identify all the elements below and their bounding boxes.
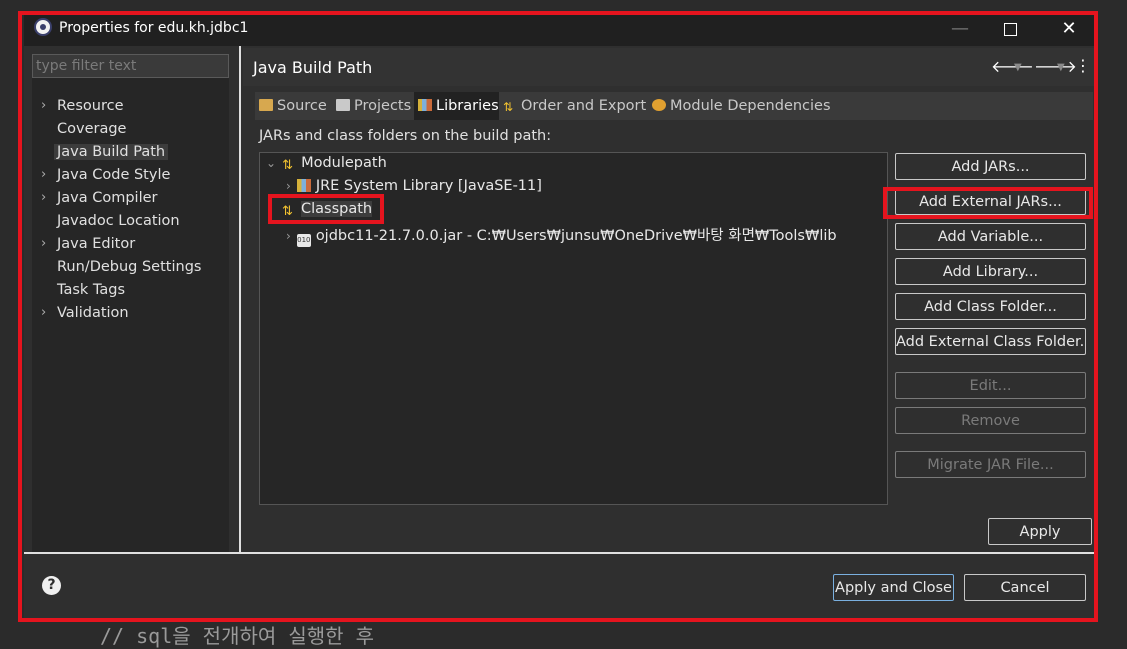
apply-and-close-button[interactable]: Apply and Close	[833, 574, 954, 601]
expanded-chevron-icon[interactable]: ⌄	[266, 156, 276, 170]
close-button[interactable]: ✕	[1046, 12, 1092, 46]
nav-item-label: Validation	[57, 305, 129, 321]
add-jars-button[interactable]: Add JARs...	[895, 153, 1086, 180]
build-path-tree[interactable]: ⌄ ⇅ Modulepath › JRE System Library [JavaSE…	[259, 152, 888, 505]
jar-file-icon: 010	[296, 234, 311, 247]
maximize-icon	[1003, 22, 1017, 36]
maximize-button[interactable]	[987, 12, 1033, 46]
nav-item-run-debug-settings[interactable]: Run/Debug Settings	[32, 257, 229, 280]
minimize-button[interactable]: —	[937, 12, 983, 46]
window-title: Properties for edu.kh.jdbc1	[59, 20, 249, 36]
properties-dialog: Properties for edu.kh.jdbc1 — ✕ › Resourc…	[24, 12, 1094, 618]
filter-input[interactable]	[32, 54, 229, 78]
library-icon	[296, 179, 311, 192]
apply-button[interactable]: Apply	[988, 518, 1092, 545]
eclipse-app-icon	[34, 18, 52, 36]
nav-item-java-build-path[interactable]: Java Build Path	[32, 142, 229, 165]
migrate-jar-button[interactable]: Migrate JAR File...	[895, 451, 1086, 478]
remove-button[interactable]: Remove	[895, 407, 1086, 434]
nav-item-label: Run/Debug Settings	[57, 259, 202, 275]
nav-item-label: Coverage	[57, 121, 127, 137]
background-editor-text: // sql을 전개하여 실행한 후	[100, 624, 374, 648]
back-arrow-icon[interactable]: 🡐	[991, 56, 1034, 76]
property-nav-list: › Resource Coverage Java Build Path › Java Co…	[32, 96, 229, 326]
nav-item-resource[interactable]: › Resource	[32, 96, 229, 119]
property-nav-pane: › Resource Coverage Java Build Path › Java Co…	[32, 54, 229, 552]
expand-chevron-icon[interactable]: ›	[41, 190, 46, 205]
collapsed-chevron-icon[interactable]: ›	[286, 179, 291, 193]
nav-item-label: Java Editor	[57, 236, 136, 252]
order-export-icon: ⇅	[503, 100, 514, 114]
horizontal-divider	[24, 552, 1094, 554]
tab-order-and-export[interactable]: ⇅ Order and Export	[503, 92, 646, 120]
tab-source[interactable]: Source	[259, 92, 331, 120]
page-header: Java Build Path 🡐 ▼ 🡒 ▼ ⋮	[243, 48, 1094, 86]
classpath-container-icon: ⇅	[282, 158, 293, 173]
nav-item-java-editor[interactable]: › Java Editor	[32, 234, 229, 257]
vertical-divider	[239, 46, 241, 552]
nav-item-label: Java Build Path	[54, 144, 169, 160]
nav-item-label: Java Compiler	[57, 190, 158, 206]
tree-item-ojdbc-jar[interactable]: › 010 ojdbc11-21.7.0.0.jar - C:₩Users₩juns…	[286, 224, 837, 247]
build-path-tabs: Source Projects Libraries ⇅ Order and Exp…	[255, 92, 1093, 120]
add-library-button[interactable]: Add Library...	[895, 258, 1086, 285]
collapsed-chevron-icon[interactable]: ›	[286, 229, 291, 243]
tab-libraries[interactable]: Libraries	[414, 92, 499, 120]
tab-module-dependencies[interactable]: Module Dependencies	[652, 92, 832, 120]
build-path-description: JARs and class folders on the build path…	[259, 128, 552, 144]
title-bar: Properties for edu.kh.jdbc1 — ✕	[24, 12, 1094, 46]
expand-chevron-icon[interactable]: ›	[41, 305, 46, 320]
expand-chevron-icon[interactable]: ›	[41, 167, 46, 182]
back-dropdown-icon[interactable]: ▼	[1014, 62, 1022, 73]
expand-chevron-icon[interactable]: ›	[41, 236, 46, 251]
nav-item-java-code-style[interactable]: › Java Code Style	[32, 165, 229, 188]
add-variable-button[interactable]: Add Variable...	[895, 223, 1086, 250]
tree-item-modulepath[interactable]: ⌄ ⇅ Modulepath	[266, 155, 387, 177]
nav-item-label: Resource	[57, 98, 124, 114]
nav-item-label: Javadoc Location	[57, 213, 180, 229]
nav-item-task-tags[interactable]: Task Tags	[32, 280, 229, 303]
nav-item-label: Task Tags	[57, 282, 126, 298]
tree-item-jre-system-library[interactable]: › JRE System Library [JavaSE-11]	[286, 178, 542, 200]
nav-item-label: Java Code Style	[57, 167, 171, 183]
add-external-class-folder-button[interactable]: Add External Class Folder...	[895, 328, 1086, 355]
tree-item-classpath[interactable]: ⇅ Classpath	[282, 201, 373, 223]
cancel-button[interactable]: Cancel	[964, 574, 1086, 601]
add-class-folder-button[interactable]: Add Class Folder...	[895, 293, 1086, 320]
forward-arrow-icon[interactable]: 🡒	[1034, 56, 1077, 76]
libraries-icon	[418, 99, 432, 111]
view-menu-icon[interactable]: ⋮	[1075, 56, 1091, 75]
nav-item-coverage[interactable]: Coverage	[32, 119, 229, 142]
module-icon	[652, 99, 666, 111]
nav-item-validation[interactable]: › Validation	[32, 303, 229, 326]
help-icon[interactable]: ?	[42, 576, 61, 595]
tab-projects[interactable]: Projects	[336, 92, 412, 120]
nav-item-javadoc-location[interactable]: Javadoc Location	[32, 211, 229, 234]
forward-dropdown-icon[interactable]: ▼	[1057, 62, 1065, 73]
add-external-jars-button[interactable]: Add External JARs...	[895, 188, 1086, 215]
folder-source-icon	[259, 99, 273, 111]
page-title: Java Build Path	[253, 58, 373, 77]
nav-item-java-compiler[interactable]: › Java Compiler	[32, 188, 229, 211]
expand-chevron-icon[interactable]: ›	[41, 98, 46, 113]
edit-button[interactable]: Edit...	[895, 372, 1086, 399]
classpath-container-icon: ⇅	[282, 204, 293, 219]
projects-icon	[336, 99, 350, 111]
